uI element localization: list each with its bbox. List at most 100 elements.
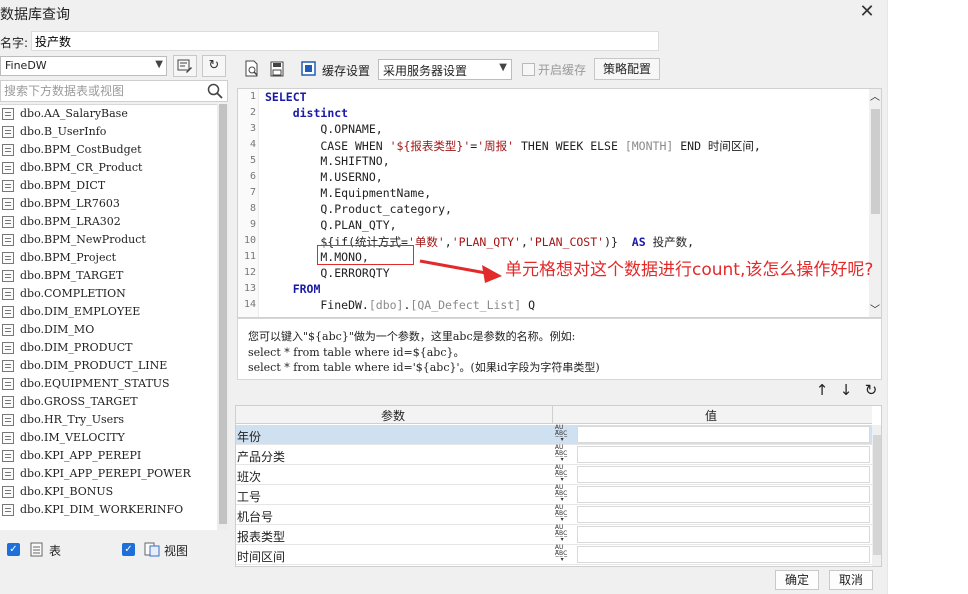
table-list-item[interactable]: dbo.BPM_CR_Product bbox=[0, 159, 217, 177]
table-list-item[interactable]: dbo.DIM_PRODUCT bbox=[0, 339, 217, 357]
enable-cache-label: 开启缓存 bbox=[538, 63, 587, 77]
parameter-row[interactable]: 时间区间 A̲U A̲B̲C̲ ▾ bbox=[236, 545, 872, 565]
save-query-button[interactable] bbox=[265, 58, 289, 80]
table-list-item[interactable]: dbo.HR_Try_Users bbox=[0, 411, 217, 429]
scrollbar-thumb[interactable] bbox=[873, 435, 881, 555]
parameters-scrollbar[interactable] bbox=[872, 425, 881, 566]
table-list-item[interactable]: dbo.KPI_APP_PEREPI bbox=[0, 447, 217, 465]
table-list-item[interactable]: dbo.BPM_CostBudget bbox=[0, 141, 217, 159]
table-list-item[interactable]: dbo.BPM_TARGET bbox=[0, 267, 217, 285]
table-search-input[interactable] bbox=[0, 80, 228, 102]
sql-line-8: Q.Product_category, bbox=[265, 202, 452, 216]
scrollbar-thumb[interactable] bbox=[871, 109, 880, 214]
parameter-name: 产品分类 bbox=[237, 450, 286, 464]
edit-connection-button[interactable] bbox=[173, 55, 197, 77]
editor-scrollbar[interactable]: ︿ ﹀ bbox=[869, 89, 881, 317]
table-list-item[interactable]: dbo.BPM_NewProduct bbox=[0, 231, 217, 249]
table-list-item[interactable]: dbo.GROSS_TARGET bbox=[0, 393, 217, 411]
table-list-item[interactable]: dbo.AA_SalaryBase bbox=[0, 105, 217, 123]
table-list-item[interactable]: dbo.DIM_EMPLOYEE bbox=[0, 303, 217, 321]
search-icon[interactable] bbox=[206, 82, 224, 100]
scrollbar-thumb[interactable] bbox=[219, 104, 227, 524]
ok-button[interactable]: 确定 bbox=[775, 570, 819, 590]
sql-editor[interactable]: 1 2 3 4 5 6 7 8 9 10 11 12 13 14 SELECT distinct Q.OP… bbox=[237, 88, 882, 318]
dialog-title: 数据库查询 bbox=[0, 7, 70, 23]
table-list-item[interactable]: dbo.DIM_PRODUCT_LINE bbox=[0, 357, 217, 375]
table-name: dbo.IM_VELOCITY bbox=[20, 431, 125, 444]
table-list-item[interactable]: dbo.KPI_APP_PEREPI_POWER bbox=[0, 465, 217, 483]
table-name: dbo.B_UserInfo bbox=[20, 125, 107, 138]
connection-edit-icon bbox=[177, 59, 192, 73]
line-number: 6 bbox=[249, 171, 256, 182]
parameter-value-input[interactable] bbox=[577, 486, 870, 503]
name-label: 名字: bbox=[0, 36, 29, 50]
enable-cache-checkbox[interactable] bbox=[522, 63, 535, 76]
move-down-icon[interactable]: ↓ bbox=[836, 381, 856, 399]
table-icon bbox=[2, 126, 14, 138]
annotation-text: 单元格想对这个数据进行count,该怎么操作好呢? bbox=[505, 260, 874, 280]
show-tables-checkbox[interactable]: ✓ bbox=[7, 543, 20, 556]
text-type-icon[interactable]: A̲U A̲B̲C̲ ▾ bbox=[553, 545, 575, 564]
cancel-button[interactable]: 取消 bbox=[829, 570, 873, 590]
table-list-item[interactable]: dbo.KPI_BONUS bbox=[0, 483, 217, 501]
database-select[interactable]: FineDW ▼ bbox=[0, 56, 167, 76]
parameter-value-input[interactable] bbox=[577, 426, 870, 443]
parameter-row[interactable]: 机台号 A̲U A̲B̲C̲ ▾ bbox=[236, 505, 872, 525]
parameter-value-input[interactable] bbox=[577, 446, 870, 463]
parameter-row[interactable]: 年份 A̲U A̲B̲C̲ ▾ bbox=[236, 425, 872, 445]
table-list-item[interactable]: dbo.B_UserInfo bbox=[0, 123, 217, 141]
table-icon bbox=[2, 396, 14, 408]
refresh-button[interactable]: ↻ bbox=[202, 55, 226, 77]
table-list-item[interactable]: dbo.COMPLETION bbox=[0, 285, 217, 303]
text-type-icon[interactable]: A̲U A̲B̲C̲ ▾ bbox=[553, 445, 575, 464]
parameter-value-input[interactable] bbox=[577, 466, 870, 483]
table-list-item[interactable]: dbo.BPM_LRA302 bbox=[0, 213, 217, 231]
scroll-down-icon[interactable]: ﹀ bbox=[870, 301, 880, 316]
line-number: 14 bbox=[243, 299, 256, 310]
table-list-item[interactable]: dbo.BPM_LR7603 bbox=[0, 195, 217, 213]
chevron-down-icon: ▼ bbox=[499, 62, 507, 73]
table-name: dbo.BPM_CostBudget bbox=[20, 143, 142, 156]
policy-config-button[interactable]: 策略配置 bbox=[594, 58, 660, 80]
table-list-item[interactable]: dbo.BPM_DICT bbox=[0, 177, 217, 195]
text-type-icon[interactable]: A̲U A̲B̲C̲ ▾ bbox=[553, 525, 575, 544]
text-type-icon[interactable]: A̲U A̲B̲C̲ ▾ bbox=[553, 425, 575, 444]
table-name: dbo.BPM_TARGET bbox=[20, 269, 124, 282]
table-list-scrollbar[interactable] bbox=[217, 104, 229, 530]
parameter-row[interactable]: 班次 A̲U A̲B̲C̲ ▾ bbox=[236, 465, 872, 485]
table-list-item[interactable]: dbo.EQUIPMENT_STATUS bbox=[0, 375, 217, 393]
parameter-row[interactable]: 产品分类 A̲U A̲B̲C̲ ▾ bbox=[236, 445, 872, 465]
show-views-checkbox[interactable]: ✓ bbox=[122, 543, 135, 556]
view-icon bbox=[144, 542, 160, 557]
table-icon bbox=[2, 504, 14, 516]
table-name: dbo.KPI_APP_PEREPI bbox=[20, 449, 142, 462]
preview-button[interactable] bbox=[240, 58, 264, 80]
table-list-item[interactable]: dbo.IM_VELOCITY bbox=[0, 429, 217, 447]
refresh-params-icon[interactable]: ↻ bbox=[861, 381, 881, 399]
table-list-item[interactable]: dbo.DIM_MO bbox=[0, 321, 217, 339]
move-up-icon[interactable]: ↑ bbox=[812, 381, 832, 399]
table-icon bbox=[2, 432, 14, 444]
cache-mode-select[interactable]: 采用服务器设置 ▼ bbox=[378, 59, 512, 80]
sql-line-4: CASE WHEN '${报表类型}'='周报' THEN WEEK ELSE … bbox=[265, 139, 761, 153]
parameter-value-input[interactable] bbox=[577, 546, 870, 563]
table-list-item[interactable]: dbo.KPI_DIM_WORKERINFO bbox=[0, 501, 217, 519]
object-filter-bar: ✓ 表 ✓ 视图 bbox=[0, 538, 230, 562]
table-name: dbo.HR_Try_Users bbox=[20, 413, 125, 426]
parameter-row[interactable]: 工号 A̲U A̲B̲C̲ ▾ bbox=[236, 485, 872, 505]
name-field[interactable] bbox=[31, 31, 659, 51]
table-icon bbox=[2, 414, 14, 426]
parameter-value-input[interactable] bbox=[577, 526, 870, 543]
value-column-header: 值 bbox=[705, 409, 718, 423]
table-list-item[interactable]: dbo.BPM_Project bbox=[0, 249, 217, 267]
sql-line-13: FROM bbox=[292, 282, 321, 296]
cache-settings-icon-button[interactable] bbox=[297, 58, 321, 80]
text-type-icon[interactable]: A̲U A̲B̲C̲ ▾ bbox=[553, 485, 575, 504]
text-type-icon[interactable]: A̲U A̲B̲C̲ ▾ bbox=[553, 465, 575, 484]
parameter-row[interactable]: 报表类型 A̲U A̲B̲C̲ ▾ bbox=[236, 525, 872, 545]
text-type-icon[interactable]: A̲U A̲B̲C̲ ▾ bbox=[553, 505, 575, 524]
scroll-up-icon[interactable]: ︿ bbox=[870, 89, 880, 103]
close-icon[interactable]: ✕ bbox=[856, 2, 878, 24]
database-query-dialog: 数据库查询 ✕ 名字: FineDW ▼ ↻ dbo.AA_SalaryBase… bbox=[0, 0, 887, 594]
parameter-value-input[interactable] bbox=[577, 506, 870, 523]
